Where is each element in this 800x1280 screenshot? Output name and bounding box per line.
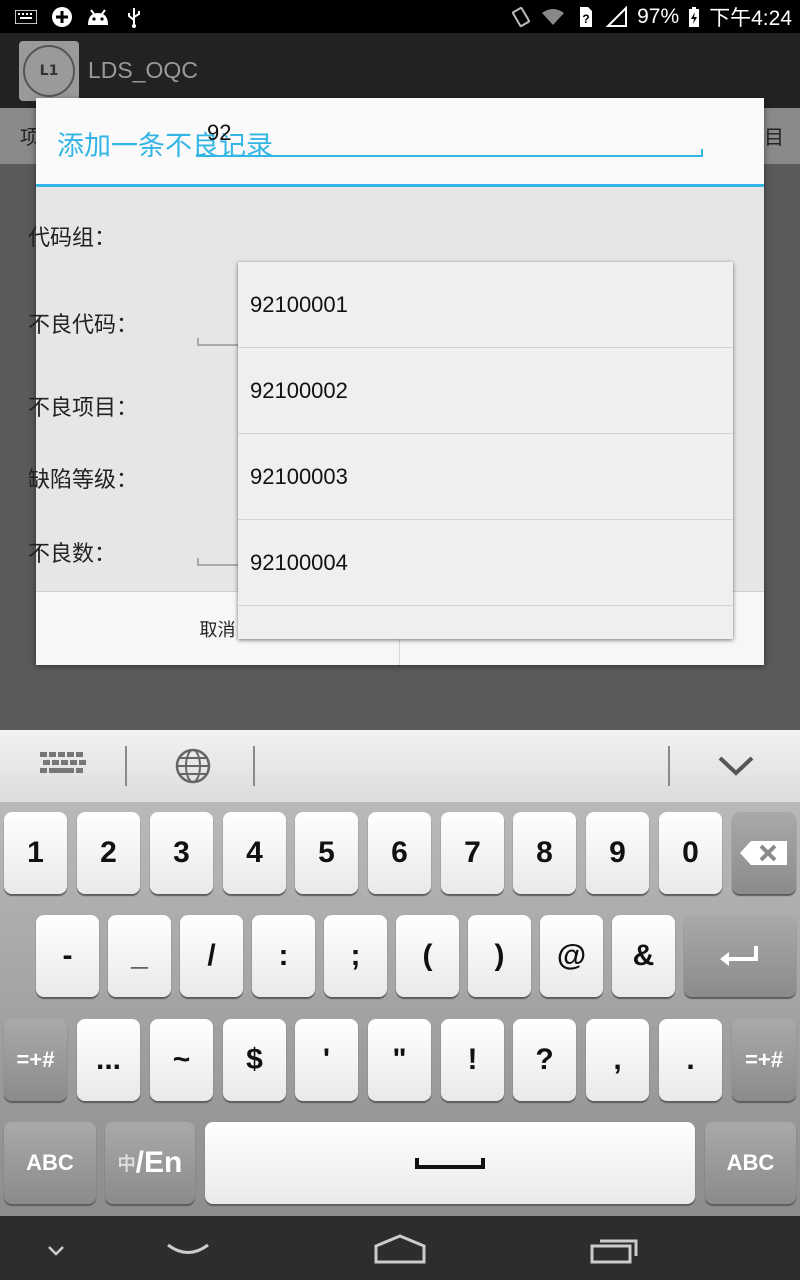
language-switch-key[interactable]: 中/En	[105, 1122, 195, 1204]
key-0[interactable]: 0	[659, 812, 722, 894]
code-suggestion-dropdown: 92100001 92100002 92100003 92100004	[238, 262, 733, 639]
code-group-value: 92	[207, 120, 232, 145]
defect-item-label: 不良项目：	[28, 396, 139, 421]
key-semicolon[interactable]: ;	[324, 915, 387, 997]
suggestion-item[interactable]: 92100004	[238, 520, 733, 606]
key-ellipsis[interactable]: ...	[77, 1019, 140, 1101]
cancel-button-label: 取消	[199, 619, 236, 641]
symbols-key-left[interactable]: =+#	[4, 1019, 67, 1101]
sync-icon	[50, 6, 74, 28]
lang-en-label: /En	[135, 1146, 183, 1179]
signal-icon	[605, 6, 629, 28]
toolbar-separator	[253, 746, 255, 786]
key-open-paren[interactable]: (	[396, 915, 459, 997]
key-dash[interactable]: -	[36, 915, 99, 997]
key-7[interactable]: 7	[441, 812, 504, 894]
toolbar-separator	[125, 746, 127, 786]
code-group-label: 代码组：	[28, 226, 117, 251]
no-sim-icon: ?	[573, 6, 597, 28]
usb-icon	[122, 6, 146, 28]
key-comma[interactable]: ,	[586, 1019, 649, 1101]
key-question[interactable]: ?	[513, 1019, 576, 1101]
code-group-input[interactable]: 92	[197, 117, 703, 157]
globe-icon[interactable]	[173, 747, 213, 789]
home-icon[interactable]	[374, 1234, 426, 1268]
key-close-paren[interactable]: )	[468, 915, 531, 997]
key-5[interactable]: 5	[295, 812, 358, 894]
battery-percent: 97%	[637, 5, 680, 28]
enter-key[interactable]	[684, 915, 796, 997]
battery-charging-icon	[687, 6, 701, 28]
status-bar: ? 97% 下午4:24	[0, 0, 800, 33]
key-ampersand[interactable]: &	[612, 915, 675, 997]
navigation-bar	[0, 1216, 800, 1280]
key-apostrophe[interactable]: '	[295, 1019, 358, 1101]
key-quote[interactable]: "	[368, 1019, 431, 1101]
suggestion-text: 92100001	[250, 292, 348, 317]
wifi-icon	[541, 6, 565, 28]
lang-zh-label: 中	[117, 1154, 136, 1174]
toolbar-separator	[668, 746, 670, 786]
app-logo[interactable]: L1	[19, 41, 79, 101]
hide-keyboard-icon[interactable]	[717, 754, 755, 782]
backspace-key[interactable]	[732, 812, 796, 894]
suggestion-text: 92100002	[250, 378, 348, 403]
back-icon[interactable]	[166, 1242, 210, 1262]
suggestion-item[interactable]: 92100002	[238, 348, 733, 434]
suggestion-item[interactable]: 92100003	[238, 434, 733, 520]
defect-level-label: 缺陷等级：	[28, 468, 139, 493]
key-6[interactable]: 6	[368, 812, 431, 894]
enter-icon	[720, 946, 758, 966]
key-3[interactable]: 3	[150, 812, 213, 894]
backspace-icon	[740, 841, 787, 865]
code-group-underline	[197, 149, 703, 157]
key-period[interactable]: .	[659, 1019, 722, 1101]
key-colon[interactable]: :	[252, 915, 315, 997]
action-bar: L1 LDS_OQC	[0, 33, 800, 108]
vibrate-icon	[509, 6, 533, 28]
key-exclamation[interactable]: !	[441, 1019, 504, 1101]
keyboard: 1 2 3 4 5 6 7 8 9 0 - _ / : ; ( ) @ & =+…	[0, 802, 800, 1216]
key-8[interactable]: 8	[513, 812, 576, 894]
suggestion-item[interactable]: 92100001	[238, 262, 733, 348]
abc-key-right[interactable]: ABC	[705, 1122, 796, 1204]
background-row-right-text: 目	[764, 125, 784, 149]
suggestion-text: 92100004	[250, 550, 348, 575]
space-key[interactable]	[205, 1122, 695, 1204]
suggestion-text: 92100003	[250, 464, 348, 489]
key-dollar[interactable]: $	[223, 1019, 286, 1101]
symbols-key-right[interactable]: =+#	[732, 1019, 796, 1101]
key-2[interactable]: 2	[77, 812, 140, 894]
key-slash[interactable]: /	[180, 915, 243, 997]
key-9[interactable]: 9	[586, 812, 649, 894]
app-title: LDS_OQC	[88, 57, 198, 83]
svg-text:?: ?	[582, 12, 589, 26]
keyboard-toolbar	[0, 730, 800, 804]
keyboard-icon	[14, 6, 38, 28]
abc-key-left[interactable]: ABC	[4, 1122, 96, 1204]
keyboard-layout-icon[interactable]	[40, 752, 90, 784]
key-underscore[interactable]: _	[108, 915, 171, 997]
defect-count-label: 不良数：	[28, 542, 117, 567]
defect-code-label: 不良代码：	[28, 313, 139, 338]
android-icon	[86, 6, 110, 28]
space-icon	[415, 1158, 485, 1169]
logo-text: L1	[39, 63, 59, 79]
key-at[interactable]: @	[540, 915, 603, 997]
key-4[interactable]: 4	[223, 812, 286, 894]
recent-apps-icon[interactable]	[590, 1236, 640, 1268]
key-1[interactable]: 1	[4, 812, 67, 894]
key-tilde[interactable]: ~	[150, 1019, 213, 1101]
menu-chevron-icon[interactable]	[46, 1242, 66, 1261]
clock: 下午4:24	[709, 7, 792, 30]
